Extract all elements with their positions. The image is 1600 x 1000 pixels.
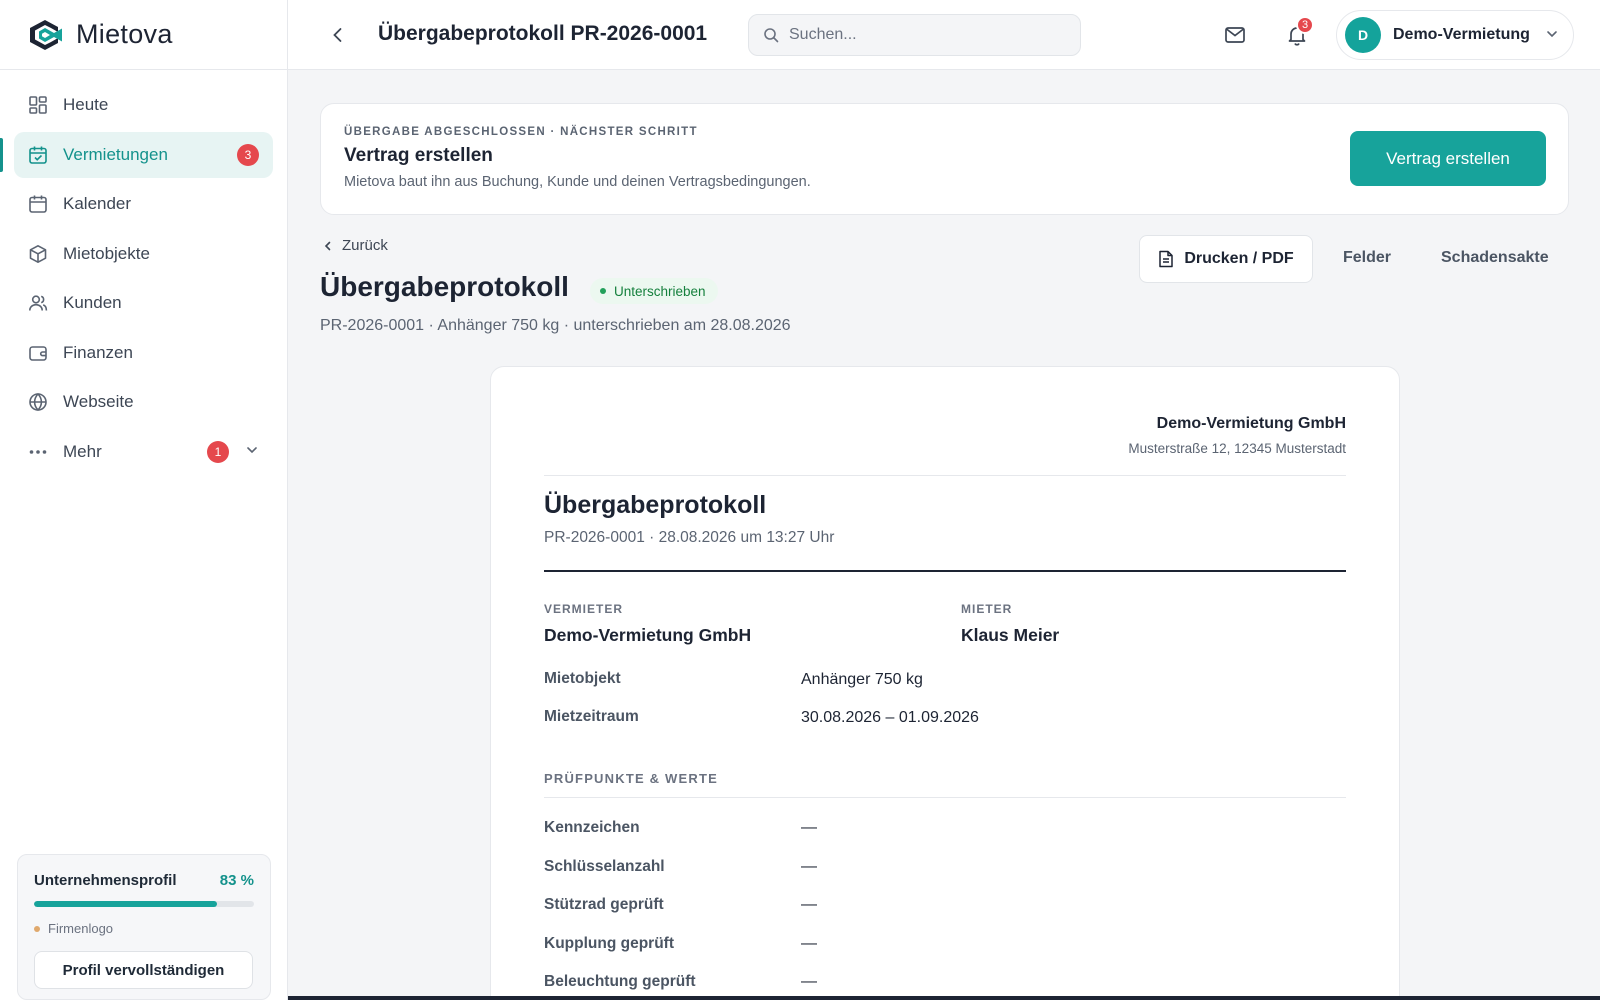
divider [544, 570, 1346, 572]
chevron-down-icon [1545, 27, 1559, 46]
company-address: Musterstraße 12, 12345 Musterstadt [1128, 441, 1346, 456]
damage-file-link[interactable]: Schadensakte [1441, 249, 1549, 267]
document-icon [1159, 250, 1174, 268]
sheet-title: Übergabeprotokoll [544, 491, 767, 519]
profile-title: Unternehmensprofil [34, 872, 177, 889]
check-key: Kupplung geprüft [544, 935, 674, 952]
window-bottom-edge [288, 996, 1600, 1000]
sidebar-item-label: Finanzen [63, 342, 133, 362]
calendar-check-icon [28, 145, 48, 165]
landlord-name: Demo-Vermietung GmbH [544, 625, 752, 645]
notification-count-badge: 3 [1296, 16, 1314, 34]
check-key: Schlüsselanzahl [544, 858, 665, 875]
status-badge: Unterschrieben [590, 278, 718, 304]
detail-key: Mietobjekt [544, 670, 621, 687]
sidebar-item-label: Mietobjekte [63, 243, 150, 263]
calendar-icon [28, 194, 48, 214]
sidebar-nav: Heute Vermietungen 3 Kalender Mietobjekt… [0, 70, 287, 475]
detail-key: Mietzeitraum [544, 708, 639, 725]
topbar: Übergabeprotokoll PR-2026-0001 3 D Demo-… [288, 0, 1600, 70]
chevron-left-icon [324, 241, 331, 250]
back-link-label: Zurück [342, 237, 388, 254]
protocol-document: Demo-Vermietung GmbH Musterstraße 12, 12… [490, 366, 1400, 1000]
profile-todo-item: Firmenlogo [34, 921, 254, 936]
check-value: — [801, 973, 817, 990]
profile-progress-fill [34, 901, 217, 907]
check-value: — [801, 819, 817, 836]
status-dot-icon [600, 288, 606, 294]
profile-percent: 83 % [219, 872, 254, 889]
sidebar-item-kalender[interactable]: Kalender [14, 181, 273, 227]
document-meta: PR-2026-0001 · Anhänger 750 kg · untersc… [320, 317, 791, 334]
wallet-icon [28, 343, 48, 363]
next-step-banner: ÜBERGABE ABGESCHLOSSEN · NÄCHSTER SCHRIT… [320, 103, 1569, 215]
notification-badge: 3 [237, 143, 259, 166]
sidebar-item-kunden[interactable]: Kunden [14, 280, 273, 326]
sidebar-item-label: Kalender [63, 194, 132, 213]
search-box[interactable] [748, 14, 1081, 56]
sidebar-item-label: Vermietungen [63, 144, 168, 164]
mail-icon[interactable] [1223, 23, 1247, 47]
profile-todo-label: Firmenlogo [48, 921, 114, 936]
fields-link[interactable]: Felder [1343, 249, 1391, 267]
search-icon [764, 28, 779, 43]
company-profile-card: Unternehmensprofil 83 % Firmenlogo Profi… [17, 854, 271, 1000]
detail-value: 30.08.2026 – 01.09.2026 [801, 709, 979, 726]
search-input[interactable] [789, 26, 1069, 44]
sheet-subtitle: PR-2026-0001 · 28.08.2026 um 13:27 Uhr [544, 529, 835, 546]
tenant-label: MIETER [961, 602, 1013, 616]
print-pdf-button[interactable]: Drucken / PDF [1139, 235, 1313, 283]
sidebar-item-heute[interactable]: Heute [14, 82, 273, 128]
check-key: Stützrad geprüft [544, 896, 664, 913]
avatar: D [1345, 17, 1381, 53]
chevron-down-icon [245, 442, 259, 462]
mietova-logo-icon [30, 19, 62, 50]
sidebar-item-finanzen[interactable]: Finanzen [14, 330, 273, 376]
globe-icon [28, 392, 48, 412]
sidebar: Mietova Heute Vermietungen 3 Kalender Mi… [0, 0, 288, 1000]
company-name: Demo-Vermietung GmbH [1156, 415, 1346, 432]
back-chevron-icon[interactable] [328, 25, 348, 45]
sidebar-item-webseite[interactable]: Webseite [14, 379, 273, 425]
check-value: — [801, 858, 817, 875]
create-contract-button[interactable]: Vertrag erstellen [1350, 131, 1546, 186]
account-name: Demo-Vermietung [1393, 26, 1530, 43]
sidebar-item-mietobjekte[interactable]: Mietobjekte [14, 231, 273, 277]
document-heading: Übergabeprotokoll [320, 271, 569, 302]
more-dots-icon [28, 442, 48, 462]
sidebar-item-vermietungen[interactable]: Vermietungen 3 [0, 131, 273, 178]
divider [544, 475, 1346, 476]
grid-icon [28, 95, 48, 115]
status-label: Unterschrieben [614, 283, 706, 299]
print-pdf-label: Drucken / PDF [1184, 250, 1294, 267]
notification-badge: 1 [207, 440, 229, 463]
sidebar-item-mehr[interactable]: Mehr 1 [14, 429, 273, 475]
brand-name: Mietova [76, 19, 173, 49]
box-icon [28, 244, 48, 264]
users-icon [28, 293, 48, 313]
check-value: — [801, 935, 817, 952]
page-title: Übergabeprotokoll PR-2026-0001 [378, 22, 708, 45]
check-key: Beleuchtung geprüft [544, 973, 696, 990]
divider [544, 797, 1346, 798]
landlord-label: VERMIETER [544, 602, 624, 616]
complete-profile-button[interactable]: Profil vervollständigen [34, 951, 253, 989]
sidebar-item-label: Kunden [63, 293, 122, 312]
account-menu[interactable]: D Demo-Vermietung [1336, 10, 1574, 60]
sidebar-item-label: Webseite [63, 392, 134, 411]
tenant-name: Klaus Meier [961, 625, 1060, 645]
todo-dot-icon [34, 925, 40, 932]
sidebar-item-label: Mehr [63, 441, 102, 461]
sidebar-item-label: Heute [63, 95, 109, 114]
check-value: — [801, 896, 817, 913]
back-link[interactable]: Zurück [322, 237, 388, 254]
profile-progress-bar [34, 901, 254, 907]
checks-section-label: PRÜFPUNKTE & WERTE [544, 771, 718, 786]
check-key: Kennzeichen [544, 819, 640, 836]
brand[interactable]: Mietova [0, 0, 287, 70]
detail-value: Anhänger 750 kg [801, 671, 923, 688]
company-header: Demo-Vermietung GmbH Musterstraße 12, 12… [1128, 415, 1346, 456]
